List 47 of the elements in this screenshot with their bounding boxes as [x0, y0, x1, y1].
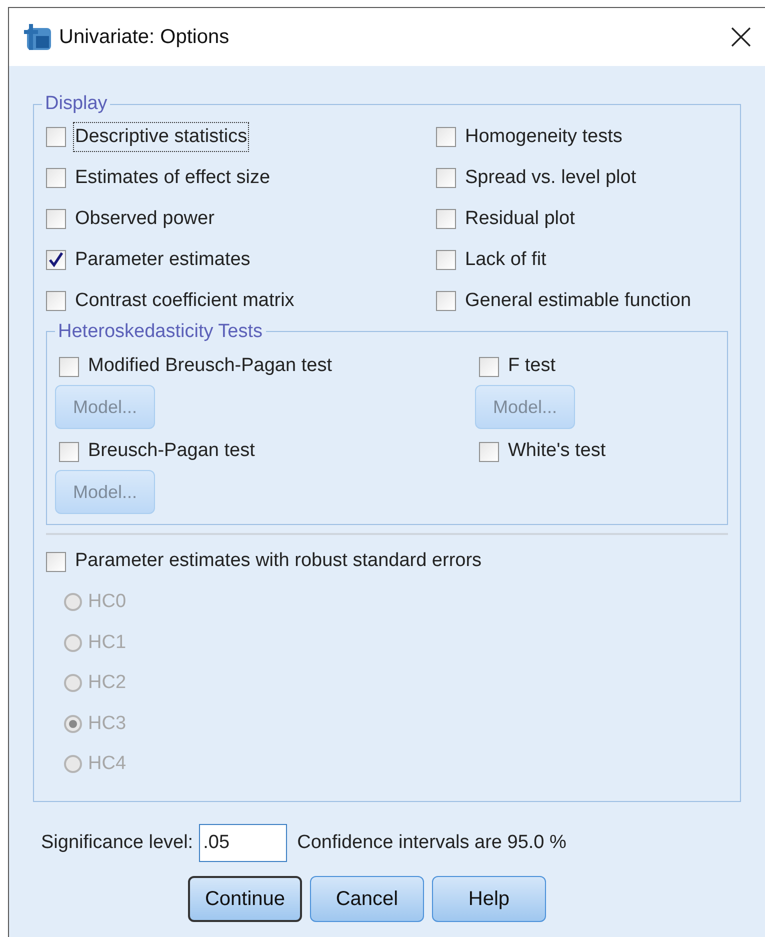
dialog-button[interactable]: Continue [188, 876, 302, 922]
checkbox[interactable] [436, 168, 456, 188]
checkbox-label: Observed power [74, 206, 216, 231]
checkbox-label: Descriptive statistics [74, 122, 248, 152]
checkbox[interactable] [46, 250, 66, 270]
checkbox-label: F test [507, 354, 557, 378]
radio-label: HC3 [88, 712, 126, 736]
checkbox[interactable] [46, 168, 66, 188]
checkbox-label: White's test [507, 439, 607, 464]
checkbox[interactable] [46, 127, 66, 147]
radio-label: HC0 [88, 590, 126, 614]
checkbox-label: Lack of fit [464, 248, 548, 272]
confidence-note: Confidence intervals are 95.0 % [297, 830, 566, 855]
checkbox[interactable] [46, 552, 66, 572]
checkbox[interactable] [46, 291, 66, 311]
checkbox[interactable] [479, 356, 499, 376]
checkbox-label: Homogeneity tests [464, 124, 624, 149]
group-title: Display [44, 92, 108, 116]
checkbox[interactable] [436, 209, 456, 229]
close-icon[interactable] [731, 27, 751, 47]
significance-label: Significance level: [41, 830, 194, 855]
radio-label: HC4 [88, 752, 126, 776]
checkbox-label: Estimates of effect size [74, 166, 272, 190]
dialog-button[interactable]: Cancel [310, 876, 424, 922]
checkbox-label: General estimable function [464, 288, 692, 313]
checkbox-label: Breusch-Pagan test [87, 439, 256, 464]
checkbox-label: Parameter estimates with robust standard errors [74, 549, 483, 574]
checkbox-label: Residual plot [464, 206, 576, 231]
checkbox[interactable] [59, 442, 79, 462]
checkbox[interactable] [436, 127, 456, 147]
app-icon [23, 22, 53, 52]
checkbox[interactable] [479, 442, 499, 462]
checkbox-label: Parameter estimates [74, 248, 252, 272]
checkbox-label: Modified Breusch-Pagan test [87, 354, 333, 378]
window-title: Univariate: Options [59, 25, 230, 50]
checkbox[interactable] [59, 356, 79, 376]
checkbox[interactable] [436, 291, 456, 311]
dialog-button[interactable]: Help [432, 876, 546, 922]
checkbox[interactable] [46, 209, 66, 229]
significance-field[interactable]: .05 [199, 824, 288, 862]
checkmark-icon [48, 252, 64, 268]
checkbox-label: Contrast coefficient matrix [74, 288, 296, 313]
radio-label: HC2 [88, 671, 126, 695]
group-title: Heteroskedasticity Tests [57, 320, 264, 344]
checkbox[interactable] [436, 250, 456, 270]
checkbox-label: Spread vs. level plot [464, 166, 638, 190]
radio-label: HC1 [88, 630, 126, 654]
